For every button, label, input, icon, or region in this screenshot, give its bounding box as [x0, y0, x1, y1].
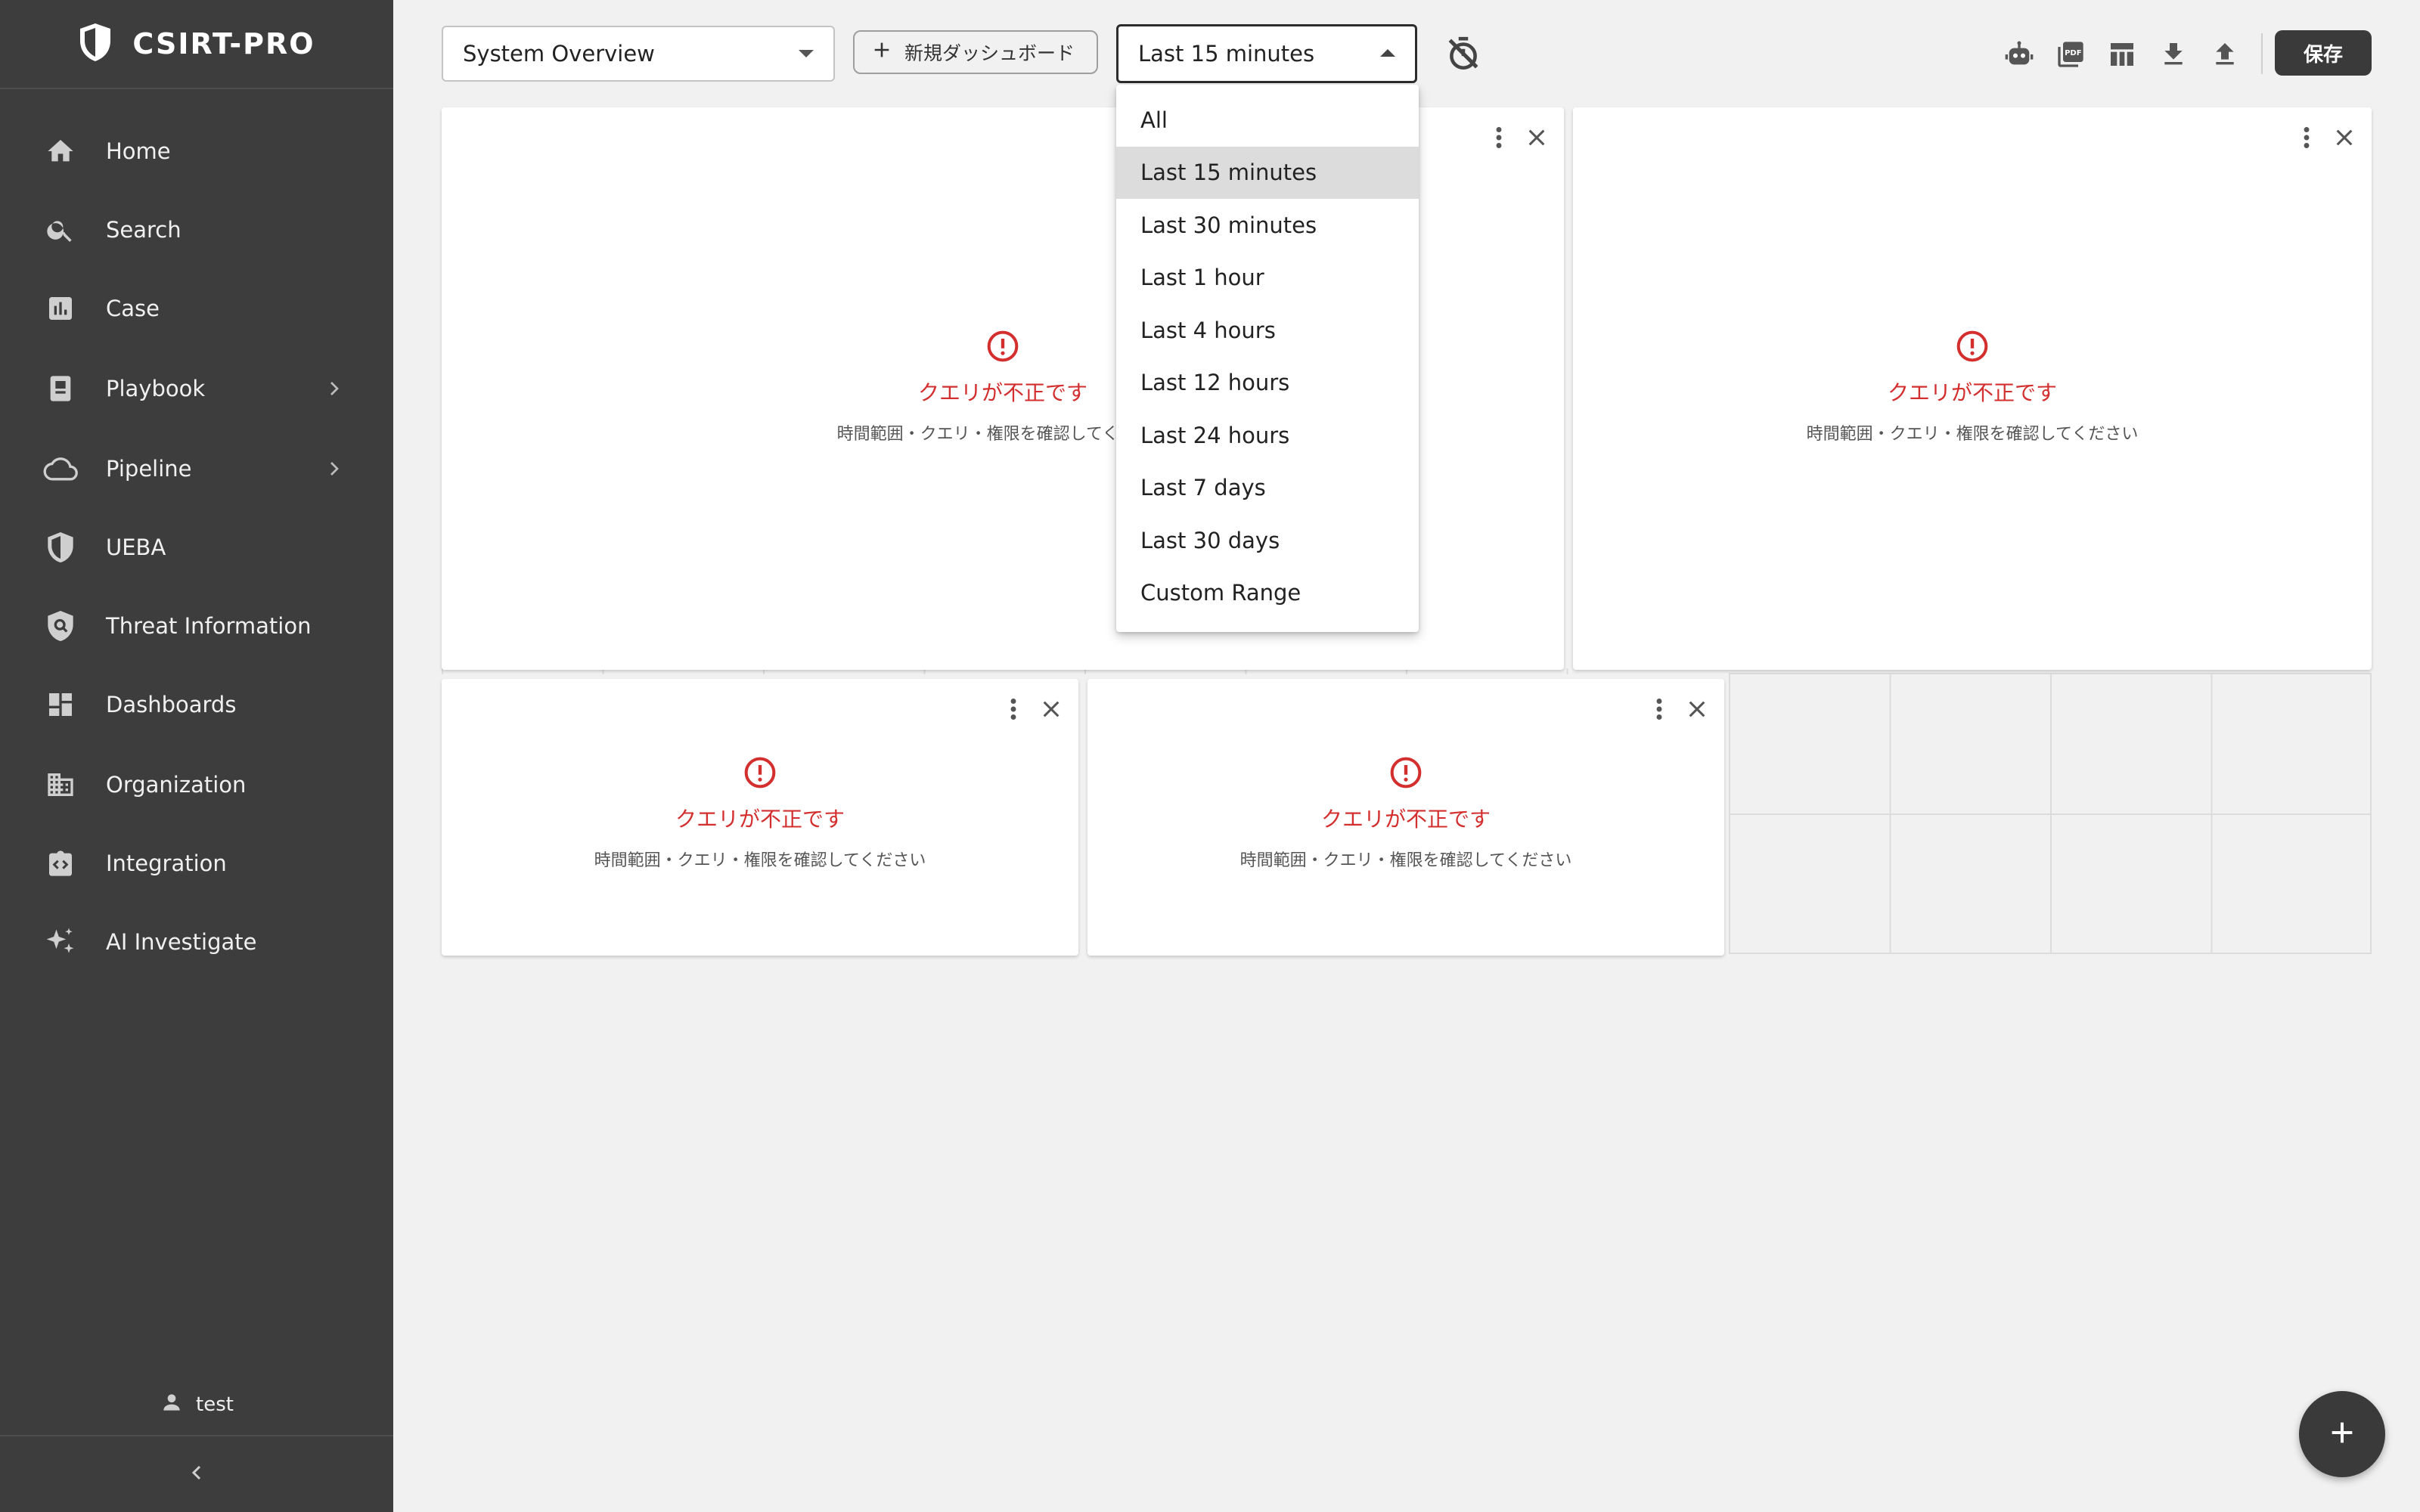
error-icon — [986, 330, 1019, 366]
sidebar-item-label: Threat Information — [106, 613, 312, 639]
more-vert-icon[interactable] — [1649, 696, 1670, 726]
error-message: 時間範囲・クエリ・権限を確認してください — [1806, 425, 2139, 444]
sidebar-item-label: Organization — [106, 772, 247, 798]
sidebar: CSIRT-PRO Home Search Case Playbook Pipe… — [0, 0, 393, 1512]
svg-text:PDF: PDF — [2065, 49, 2081, 57]
sidebar-item-threat-information[interactable]: Threat Information — [0, 591, 393, 661]
sidebar-item-label: UEBA — [106, 534, 166, 560]
time-range-menu: All Last 15 minutes Last 30 minutes Last… — [1116, 85, 1419, 632]
error-title: クエリが不正です — [917, 380, 1087, 405]
dashboard-widget: クエリが不正です 時間範囲・クエリ・権限を確認してください — [1087, 679, 1724, 956]
close-icon[interactable] — [2334, 127, 2355, 151]
error-icon — [743, 756, 777, 792]
time-option-all[interactable]: All — [1116, 94, 1419, 147]
shield-icon — [42, 529, 79, 565]
sidebar-item-label: Integration — [106, 850, 227, 876]
close-icon[interactable] — [1686, 699, 1708, 723]
book-icon — [42, 370, 79, 407]
upload-icon[interactable] — [2207, 36, 2243, 73]
sidebar-item-dashboards[interactable]: Dashboards — [0, 670, 393, 739]
building-icon — [42, 767, 79, 803]
user-name: test — [196, 1393, 234, 1416]
time-option-last-30-minutes[interactable]: Last 30 minutes — [1116, 199, 1419, 252]
time-option-last-1-hour[interactable]: Last 1 hour — [1116, 252, 1419, 305]
sparkle-icon — [42, 924, 79, 960]
toolbar-divider — [2261, 33, 2263, 74]
integration-icon — [42, 845, 79, 881]
time-range-value: Last 15 minutes — [1138, 41, 1315, 67]
sidebar-item-label: Playbook — [106, 376, 206, 401]
sidebar-item-label: Pipeline — [106, 456, 192, 482]
timer-off-icon[interactable] — [1444, 35, 1482, 76]
home-icon — [42, 133, 79, 169]
save-button[interactable]: 保存 — [2275, 30, 2372, 76]
time-option-last-7-days[interactable]: Last 7 days — [1116, 462, 1419, 515]
sidebar-item-label: Home — [106, 138, 171, 164]
add-widget-button[interactable] — [2299, 1391, 2385, 1477]
time-option-last-4-hours[interactable]: Last 4 hours — [1116, 304, 1419, 357]
time-option-last-30-days[interactable]: Last 30 days — [1116, 514, 1419, 567]
error-message: 時間範囲・クエリ・権限を確認してください — [1239, 851, 1572, 870]
close-icon[interactable] — [1041, 699, 1062, 723]
sidebar-collapse-button[interactable] — [0, 1435, 393, 1512]
sidebar-item-playbook[interactable]: Playbook — [0, 354, 393, 423]
error-title: クエリが不正です — [675, 807, 845, 832]
plus-icon — [871, 39, 892, 65]
brand-name: CSIRT-PRO — [132, 27, 315, 60]
sidebar-item-label: Search — [106, 217, 182, 243]
time-option-last-24-hours[interactable]: Last 24 hours — [1116, 409, 1419, 462]
sidebar-item-search[interactable]: Search — [0, 195, 393, 265]
new-dashboard-label: 新規ダッシュボード — [904, 42, 1075, 64]
error-title: クエリが不正です — [1887, 380, 2057, 405]
bar-chart-icon — [42, 290, 79, 327]
dashboard-widget: クエリが不正です 時間範囲・クエリ・権限を確認してください — [442, 679, 1078, 956]
cloud-icon — [42, 451, 79, 487]
user-account[interactable]: test — [0, 1380, 393, 1429]
error-icon — [1389, 756, 1423, 792]
sidebar-item-ai-investigate[interactable]: AI Investigate — [0, 907, 393, 977]
time-option-last-12-hours[interactable]: Last 12 hours — [1116, 357, 1419, 410]
more-vert-icon[interactable] — [2296, 124, 2317, 154]
dashboard-icon — [42, 686, 79, 723]
sidebar-item-organization[interactable]: Organization — [0, 750, 393, 820]
more-vert-icon[interactable] — [1003, 696, 1024, 726]
search-icon — [42, 212, 79, 248]
shield-search-icon — [42, 608, 79, 644]
error-title: クエリが不正です — [1320, 807, 1491, 832]
dashboard-widget: クエリが不正です 時間範囲・クエリ・権限を確認してください — [1573, 107, 2372, 670]
error-message: 時間範囲・クエリ・権限を確認してください — [594, 851, 926, 870]
sidebar-item-case[interactable]: Case — [0, 274, 393, 343]
dashboard-select[interactable]: System Overview — [442, 26, 835, 82]
sidebar-item-home[interactable]: Home — [0, 116, 393, 186]
sidebar-item-pipeline[interactable]: Pipeline — [0, 434, 393, 503]
robot-icon[interactable] — [2001, 36, 2037, 73]
close-icon[interactable] — [1526, 127, 1547, 151]
caret-down-icon — [799, 50, 814, 57]
new-dashboard-button[interactable]: 新規ダッシュボード — [853, 30, 1098, 74]
sidebar-item-ueba[interactable]: UEBA — [0, 513, 393, 582]
download-icon[interactable] — [2155, 36, 2192, 73]
time-option-last-15-minutes[interactable]: Last 15 minutes — [1116, 146, 1419, 199]
sidebar-item-integration[interactable]: Integration — [0, 829, 393, 898]
chevron-right-icon — [322, 457, 346, 486]
time-option-custom-range[interactable]: Custom Range — [1116, 567, 1419, 620]
time-range-select[interactable]: Last 15 minutes — [1116, 24, 1417, 83]
person-icon — [160, 1390, 184, 1420]
caret-up-icon — [1380, 49, 1395, 57]
pdf-icon[interactable]: PDF — [2052, 36, 2089, 73]
more-vert-icon[interactable] — [1488, 124, 1509, 154]
table-layout-icon[interactable] — [2104, 36, 2140, 73]
sidebar-item-label: AI Investigate — [106, 929, 257, 955]
dashboard-select-value: System Overview — [463, 41, 655, 67]
layout-grid — [1729, 673, 2372, 954]
shield-logo-icon — [78, 22, 113, 66]
sidebar-item-label: Dashboards — [106, 692, 237, 717]
chevron-right-icon — [322, 376, 346, 406]
plus-icon — [2327, 1418, 2357, 1451]
sidebar-item-label: Case — [106, 296, 160, 321]
brand[interactable]: CSIRT-PRO — [0, 0, 393, 89]
chevron-left-icon — [185, 1461, 209, 1488]
error-icon — [1956, 330, 1989, 366]
